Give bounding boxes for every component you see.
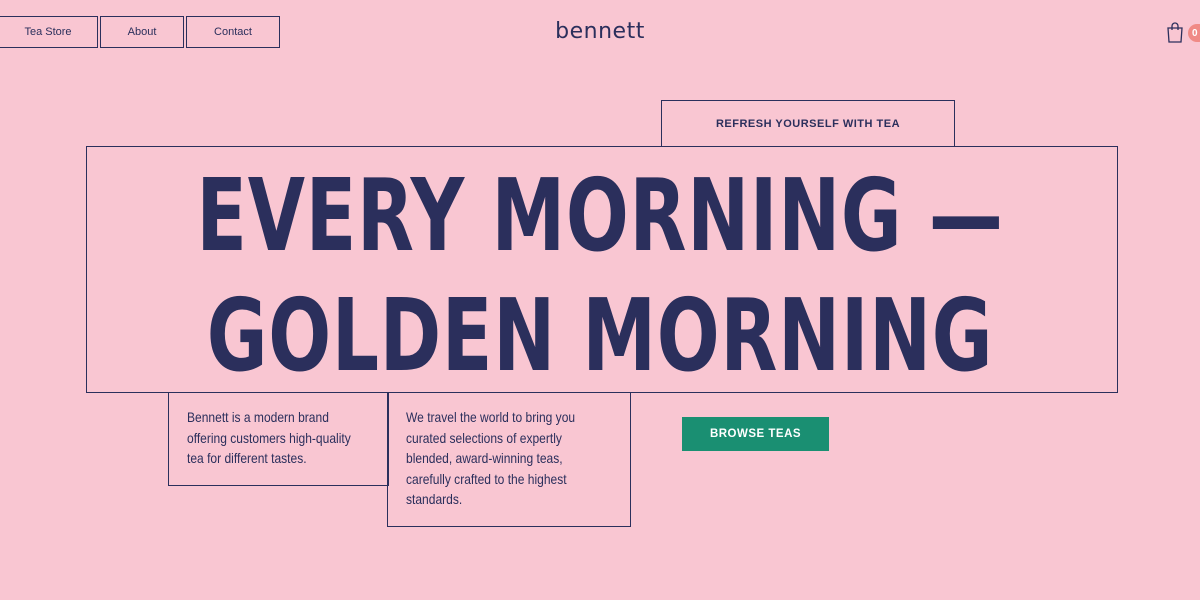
hero-heading-line-2: GOLDEN MORNING [206,277,994,394]
sourcing-description-line: We travel the world to bring you [406,409,576,425]
brand-description: Bennett is a modern brand offering custo… [168,392,389,486]
brand-description-line: tea for different tastes. [187,450,307,466]
cart-count-badge: 0 [1188,24,1200,42]
sourcing-description-line: curated selections of expertly [406,429,562,446]
sourcing-description: We travel the world to bring you curated… [387,392,631,527]
sourcing-description-line: blended, award-winning teas, [406,450,563,466]
sourcing-description-line: standards. [406,491,463,507]
hero-tagline: REFRESH YOURSELF WITH TEA [661,100,955,147]
hero-heading-line-1: EVERY MORNING — [196,157,1004,274]
sourcing-description-line: carefully crafted to the highest [406,470,567,487]
browse-teas-button[interactable]: BROWSE TEAS [682,417,829,451]
brand-description-line: offering customers high-quality [187,429,351,446]
shopping-bag-icon [1167,22,1183,43]
brand-description-line: Bennett is a modern brand [187,409,329,425]
brand-logo[interactable]: bennett [0,19,1200,44]
